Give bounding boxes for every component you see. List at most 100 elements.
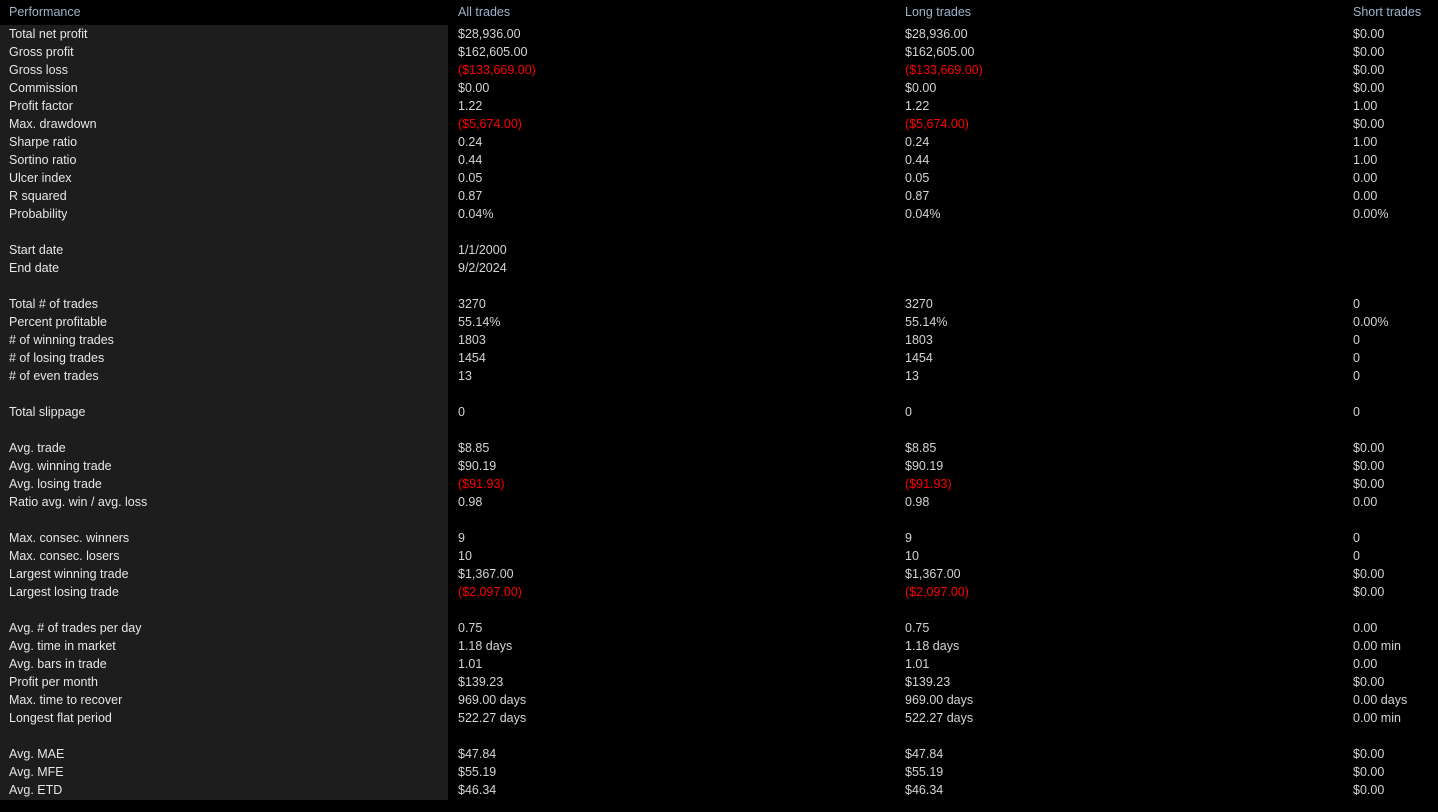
table-row: Avg. # of trades per day 0.75 0.75 0.00 (0, 619, 1438, 637)
cell-short-trades: $0.00 (1353, 459, 1385, 473)
table-row: Largest winning trade $1,367.00 $1,367.00 $… (0, 565, 1438, 583)
cell-long-trades: $1,367.00 (905, 567, 961, 581)
row-label: Avg. time in market (9, 639, 116, 653)
row-label: Commission (9, 81, 78, 95)
cell-short-trades: $0.00 (1353, 81, 1385, 95)
cell-short-trades: $0.00 (1353, 585, 1385, 599)
row-label: Profit per month (9, 675, 98, 689)
table-row: Total net profit $28,936.00 $28,936.00 $0.0… (0, 25, 1438, 43)
cell-long-trades: 13 (905, 369, 919, 383)
row-label: # of winning trades (9, 333, 114, 347)
table-row: Avg. MAE $47.84 $47.84 $0.00 (0, 745, 1438, 763)
cell-all-trades: 1454 (458, 351, 486, 365)
cell-all-trades: $90.19 (458, 459, 497, 473)
performance-report: Performance All trades Long trades Short… (0, 0, 1438, 812)
cell-short-trades: $0.00 (1353, 45, 1385, 59)
table-row: Ratio avg. win / avg. loss 0.98 0.98 0.00 (0, 493, 1438, 511)
table-header-row: Performance All trades Long trades Short… (0, 0, 1438, 25)
cell-short-trades: 0.00 (1353, 621, 1378, 635)
cell-all-trades: 10 (458, 549, 472, 563)
cell-short-trades: 0.00 (1353, 189, 1378, 203)
cell-long-trades: 0.87 (905, 189, 930, 203)
cell-long-trades: 0.44 (905, 153, 930, 167)
cell-all-trades: $55.19 (458, 765, 497, 779)
column-header-long-trades: Long trades (905, 5, 972, 19)
cell-long-trades: 1454 (905, 351, 933, 365)
cell-short-trades: 0.00 (1353, 657, 1378, 671)
row-label: Max. time to recover (9, 693, 123, 707)
row-label: Avg. MAE (9, 747, 65, 761)
cell-long-trades: 0.75 (905, 621, 930, 635)
table-row-spacer (0, 385, 1438, 403)
row-label: R squared (9, 189, 67, 203)
row-label: Sharpe ratio (9, 135, 78, 149)
table-row: # of even trades 13 13 0 (0, 367, 1438, 385)
cell-long-trades: 969.00 days (905, 693, 974, 707)
cell-all-trades: $0.00 (458, 81, 490, 95)
cell-all-trades: 0.87 (458, 189, 483, 203)
cell-short-trades: 0.00% (1353, 207, 1389, 221)
cell-all-trades: ($133,669.00) (458, 63, 536, 77)
cell-short-trades: 0 (1353, 549, 1360, 563)
table-row: Total # of trades 3270 3270 0 (0, 295, 1438, 313)
cell-all-trades: 1803 (458, 333, 486, 347)
cell-short-trades: 0 (1353, 369, 1360, 383)
row-label: # of even trades (9, 369, 99, 383)
table-row: Avg. MFE $55.19 $55.19 $0.00 (0, 763, 1438, 781)
cell-all-trades: 55.14% (458, 315, 501, 329)
row-label: Largest winning trade (9, 567, 129, 581)
cell-short-trades: $0.00 (1353, 441, 1385, 455)
cell-long-trades: 1803 (905, 333, 933, 347)
cell-long-trades: $28,936.00 (905, 27, 968, 41)
table-row: Avg. winning trade $90.19 $90.19 $0.00 (0, 457, 1438, 475)
cell-short-trades: $0.00 (1353, 27, 1385, 41)
table-row: # of losing trades 1454 1454 0 (0, 349, 1438, 367)
table-row: Avg. bars in trade 1.01 1.01 0.00 (0, 655, 1438, 673)
table-row: Sortino ratio 0.44 0.44 1.00 (0, 151, 1438, 169)
cell-short-trades: 0.00 days (1353, 693, 1408, 707)
cell-all-trades: $139.23 (458, 675, 504, 689)
table-row-spacer (0, 727, 1438, 745)
row-label: Avg. trade (9, 441, 66, 455)
table-row: Commission $0.00 $0.00 $0.00 (0, 79, 1438, 97)
table-row-spacer (0, 277, 1438, 295)
cell-long-trades: 0.24 (905, 135, 930, 149)
cell-short-trades: $0.00 (1353, 567, 1385, 581)
cell-all-trades: 3270 (458, 297, 486, 311)
cell-long-trades: 1.22 (905, 99, 930, 113)
table-row: Ulcer index 0.05 0.05 0.00 (0, 169, 1438, 187)
cell-long-trades: 0 (905, 405, 912, 419)
cell-all-trades: 1/1/2000 (458, 243, 507, 257)
row-label: Profit factor (9, 99, 73, 113)
cell-short-trades: 0.00 (1353, 495, 1378, 509)
cell-all-trades: 0 (458, 405, 465, 419)
row-label: Total # of trades (9, 297, 98, 311)
cell-short-trades: 0 (1353, 297, 1360, 311)
cell-short-trades: 0.00 (1353, 171, 1378, 185)
cell-long-trades: $46.34 (905, 783, 944, 797)
table-row: Longest flat period 522.27 days 522.27 day… (0, 709, 1438, 727)
cell-short-trades: $0.00 (1353, 783, 1385, 797)
row-label: Avg. # of trades per day (9, 621, 142, 635)
cell-short-trades: 0 (1353, 531, 1360, 545)
table-row: R squared 0.87 0.87 0.00 (0, 187, 1438, 205)
row-label: Max. consec. winners (9, 531, 130, 545)
cell-all-trades: ($91.93) (458, 477, 505, 491)
cell-all-trades: 0.04% (458, 207, 494, 221)
performance-table: Performance All trades Long trades Short… (0, 0, 1438, 799)
column-header-all-trades: All trades (458, 5, 511, 19)
row-label: End date (9, 261, 60, 275)
table-body: Total net profit $28,936.00 $28,936.00 $0.0… (0, 25, 1438, 799)
cell-long-trades: $55.19 (905, 765, 944, 779)
cell-all-trades: 0.75 (458, 621, 483, 635)
cell-long-trades: ($5,674.00) (905, 117, 969, 131)
cell-short-trades: $0.00 (1353, 63, 1385, 77)
row-label: Ratio avg. win / avg. loss (9, 495, 148, 509)
row-label: Percent profitable (9, 315, 107, 329)
table-row: Total slippage 0 0 0 (0, 403, 1438, 421)
cell-short-trades: 1.00 (1353, 153, 1378, 167)
cell-short-trades: 0 (1353, 405, 1360, 419)
cell-short-trades: $0.00 (1353, 765, 1385, 779)
cell-all-trades: ($5,674.00) (458, 117, 522, 131)
table-row: # of winning trades 1803 1803 0 (0, 331, 1438, 349)
